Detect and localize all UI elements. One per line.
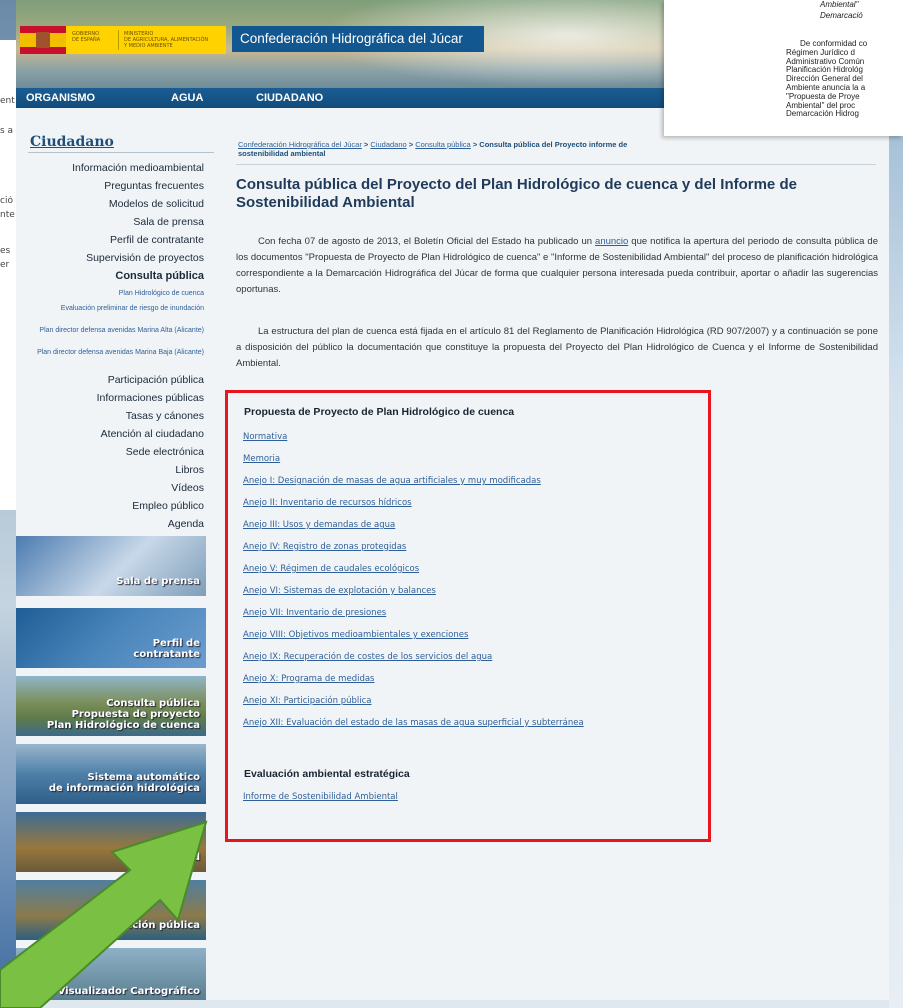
strip-text: ent — [0, 96, 15, 106]
doc-link[interactable]: Anejo IX: Recuperación de costes de los … — [243, 652, 492, 662]
government-logo[interactable]: GOBIERNO DE ESPAÑA MINISTERIO DE AGRICUL… — [20, 26, 226, 54]
nav-agua[interactable]: AGUA — [171, 92, 203, 104]
sidebar-item[interactable]: Sala de prensa — [133, 216, 204, 228]
logo-ministerio-text: MINISTERIO DE AGRICULTURA, ALIMENTACIÓN … — [124, 31, 208, 49]
doc-link[interactable]: Anejo XII: Evaluación del estado de las … — [243, 718, 584, 728]
excerpt-italic-line: Demarcació — [820, 11, 863, 20]
green-arrow-icon — [0, 820, 208, 1008]
excerpt-text: De conformidad co Régimen Jurídico d Adm… — [786, 39, 903, 119]
doc-link[interactable]: Anejo VI: Sistemas de explotación y bala… — [243, 586, 436, 596]
doc-link[interactable]: Anejo III: Usos y demandas de agua — [243, 520, 395, 530]
section-title: Evaluación ambiental estratégica — [244, 768, 410, 780]
strip-text: nte — [0, 210, 15, 220]
sidebar-item[interactable]: Empleo público — [132, 500, 204, 512]
banner-label: Perfil de — [152, 638, 200, 649]
sidebar-item[interactable]: Supervisión de proyectos — [86, 252, 204, 264]
banner-label: contratante — [133, 649, 200, 660]
sidebar-item-active[interactable]: Consulta pública — [115, 270, 204, 282]
sidebar-item[interactable]: Tasas y cánones — [126, 410, 204, 422]
spain-flag-icon — [20, 26, 66, 54]
anuncio-link[interactable]: anuncio — [595, 236, 628, 247]
doc-link[interactable]: Anejo II: Inventario de recursos hídrico… — [243, 498, 412, 508]
doc-link[interactable]: Normativa — [243, 432, 287, 442]
sidebar-subitem[interactable]: Evaluación preliminar de riesgo de inund… — [54, 305, 204, 313]
site-title: Confederación Hidrográfica del Júcar — [240, 31, 463, 46]
document-excerpt-overlay: Ambiental" Demarcació De conformidad co … — [664, 0, 903, 136]
banner-label: Consulta pública — [106, 698, 200, 709]
paragraph-text: Con fecha 07 de agosto de 2013, el Bolet… — [258, 236, 596, 247]
nav-ciudadano[interactable]: CIUDADANO — [256, 92, 323, 104]
doc-link[interactable]: Anejo X: Programa de medidas — [243, 674, 374, 684]
breadcrumb-link[interactable]: Ciudadano — [370, 140, 406, 149]
breadcrumb-link[interactable]: Confederación Hidrográfica del Júcar — [238, 140, 362, 149]
divider — [236, 164, 876, 165]
sidebar-subitem[interactable]: Plan Hidrológico de cuenca — [54, 290, 204, 298]
sidebar-item[interactable]: Libros — [175, 464, 204, 476]
banner-label: Plan Hidrológico de cuenca — [46, 720, 200, 731]
doc-link[interactable]: Anejo VII: Inventario de presiones — [243, 608, 386, 618]
doc-link[interactable]: Anejo V: Régimen de caudales ecológicos — [243, 564, 419, 574]
site-title-box[interactable]: Confederación Hidrográfica del Júcar — [232, 26, 484, 52]
divider — [28, 152, 214, 153]
sidebar-item[interactable]: Agenda — [168, 518, 204, 530]
sidebar-title[interactable]: Ciudadano — [30, 134, 114, 150]
doc-link[interactable]: Anejo VIII: Objetivos medioambientales y… — [243, 630, 468, 640]
doc-link[interactable]: Informe de Sostenibilidad Ambiental — [243, 792, 398, 802]
sidebar-item[interactable]: Información medioambiental — [72, 162, 204, 174]
slide-background-right — [889, 0, 903, 1008]
sidebar-item[interactable]: Informaciones públicas — [97, 392, 204, 404]
sidebar-item[interactable]: Preguntas frecuentes — [104, 180, 204, 192]
doc-link[interactable]: Anejo XI: Participación pública — [243, 696, 371, 706]
structure-paragraph: La estructura del plan de cuenca está fi… — [236, 326, 878, 369]
logo-text: Y MEDIO AMBIENTE — [124, 43, 173, 49]
breadcrumb-separator: > — [363, 140, 369, 149]
banner-label: Propuesta de proyecto — [71, 709, 200, 720]
banner-perfil-contratante[interactable]: Perfil de contratante — [16, 608, 206, 668]
sidebar-item[interactable]: Vídeos — [171, 482, 204, 494]
banner-sala-prensa[interactable]: Sala de prensa — [16, 536, 206, 596]
strip-text: er — [0, 260, 10, 270]
sidebar-item[interactable]: Atención al ciudadano — [101, 428, 204, 440]
logo-text: DE ESPAÑA — [72, 37, 101, 43]
breadcrumb: Confederación Hidrográfica del Júcar > C… — [238, 140, 678, 158]
left-strip-text: ent s a ció nte es er — [0, 40, 16, 510]
breadcrumb-separator: > — [472, 140, 478, 149]
excerpt-italic-line: Ambiental" — [820, 0, 859, 9]
doc-link[interactable]: Memoria — [243, 454, 280, 464]
sidebar-item[interactable]: Participación pública — [108, 374, 204, 386]
coat-of-arms-icon — [36, 32, 50, 48]
section-title: Propuesta de Proyecto de Plan Hidrológic… — [244, 406, 515, 418]
logo-gobierno-text: GOBIERNO DE ESPAÑA — [72, 31, 100, 43]
sidebar-item[interactable]: Perfil de contratante — [110, 234, 204, 246]
doc-link[interactable]: Anejo I: Designación de masas de agua ar… — [243, 476, 541, 486]
sidebar-item[interactable]: Sede electrónica — [126, 446, 204, 458]
doc-link[interactable]: Anejo IV: Registro de zonas protegidas — [243, 542, 406, 552]
strip-text: ció — [0, 196, 13, 206]
page-title: Consulta pública del Proyecto del Plan H… — [236, 176, 797, 211]
sidebar-subitem[interactable]: Plan director defensa avenidas Marina Ba… — [16, 349, 204, 357]
intro-paragraph: Con fecha 07 de agosto de 2013, el Bolet… — [236, 234, 878, 298]
sidebar-item[interactable]: Modelos de solicitud — [109, 198, 204, 210]
banner-consulta-publica[interactable]: Consulta pública Propuesta de proyecto P… — [16, 676, 206, 736]
excerpt-line: Demarcación Hidrog — [786, 109, 859, 119]
breadcrumb-link[interactable]: Consulta pública — [415, 140, 470, 149]
breadcrumb-separator: > — [408, 140, 414, 149]
strip-text: es — [0, 246, 11, 256]
logo-divider — [118, 30, 119, 50]
banner-label: Sala de prensa — [116, 576, 200, 587]
nav-organismo[interactable]: ORGANISMO — [26, 92, 95, 104]
sidebar-subitem[interactable]: Plan director defensa avenidas Marina Al… — [16, 327, 204, 335]
strip-text: s a — [0, 126, 14, 136]
